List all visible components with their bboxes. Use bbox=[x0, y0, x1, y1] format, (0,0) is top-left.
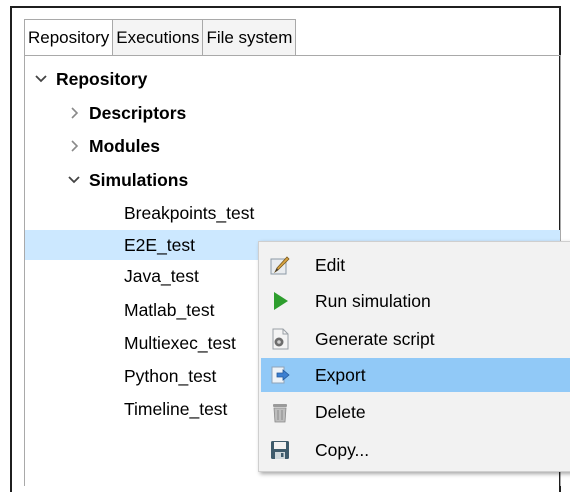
tree-node-simulations[interactable]: Simulations bbox=[25, 165, 560, 195]
menu-item-label: Delete bbox=[315, 401, 366, 422]
menu-item-label: Generate script bbox=[315, 328, 435, 349]
menu-item-generate-script[interactable]: Generate script bbox=[261, 322, 570, 356]
tree-node-label: Repository bbox=[56, 68, 148, 89]
menu-item-export[interactable]: Export bbox=[261, 358, 570, 392]
tab-repository[interactable]: Repository bbox=[24, 19, 113, 56]
menu-item-delete[interactable]: Delete bbox=[261, 395, 570, 429]
tree-node-modules[interactable]: Modules bbox=[25, 131, 560, 161]
menu-item-label: Edit bbox=[315, 254, 346, 275]
menu-item-edit[interactable]: Edit bbox=[261, 248, 570, 282]
edit-icon bbox=[267, 252, 293, 278]
tab-bar: Repository Executions File system bbox=[24, 19, 297, 56]
tree-item-label: Python_test bbox=[124, 365, 217, 386]
chevron-down-icon[interactable] bbox=[33, 71, 49, 87]
menu-item-run-simulation[interactable]: Run simulation bbox=[261, 284, 570, 318]
run-icon bbox=[267, 288, 293, 314]
tree-item-label: Multiexec_test bbox=[124, 332, 236, 353]
tree-item-label: Java_test bbox=[124, 265, 199, 286]
menu-item-label: Run simulation bbox=[315, 290, 431, 311]
chevron-down-icon[interactable] bbox=[66, 172, 82, 188]
tree-node-label: Descriptors bbox=[89, 102, 187, 123]
menu-item-copy[interactable]: Copy... bbox=[261, 433, 570, 467]
export-icon bbox=[267, 362, 293, 388]
menu-item-label: Export bbox=[315, 364, 366, 385]
tree-item-breakpoints-test[interactable]: Breakpoints_test bbox=[25, 198, 560, 228]
tree-item-label: Timeline_test bbox=[124, 398, 228, 419]
chevron-right-icon[interactable] bbox=[66, 105, 82, 121]
context-menu: Edit Run simulation Generate script Expo… bbox=[258, 241, 570, 472]
trash-icon bbox=[267, 399, 293, 425]
tab-executions[interactable]: Executions bbox=[112, 19, 203, 56]
tree-node-label: Modules bbox=[89, 135, 160, 156]
tree-node-repository[interactable]: Repository bbox=[25, 64, 560, 94]
tree-item-label: Breakpoints_test bbox=[124, 202, 255, 223]
tree-item-label: Matlab_test bbox=[124, 299, 215, 320]
menu-item-label: Copy... bbox=[315, 439, 370, 460]
tree-node-descriptors[interactable]: Descriptors bbox=[25, 98, 560, 128]
chevron-right-icon[interactable] bbox=[66, 138, 82, 154]
generate-script-icon bbox=[267, 326, 293, 352]
tree-item-label: E2E_test bbox=[124, 234, 196, 255]
tab-file-system[interactable]: File system bbox=[202, 19, 297, 56]
tree-node-label: Simulations bbox=[89, 169, 189, 190]
save-copy-icon bbox=[267, 437, 293, 463]
